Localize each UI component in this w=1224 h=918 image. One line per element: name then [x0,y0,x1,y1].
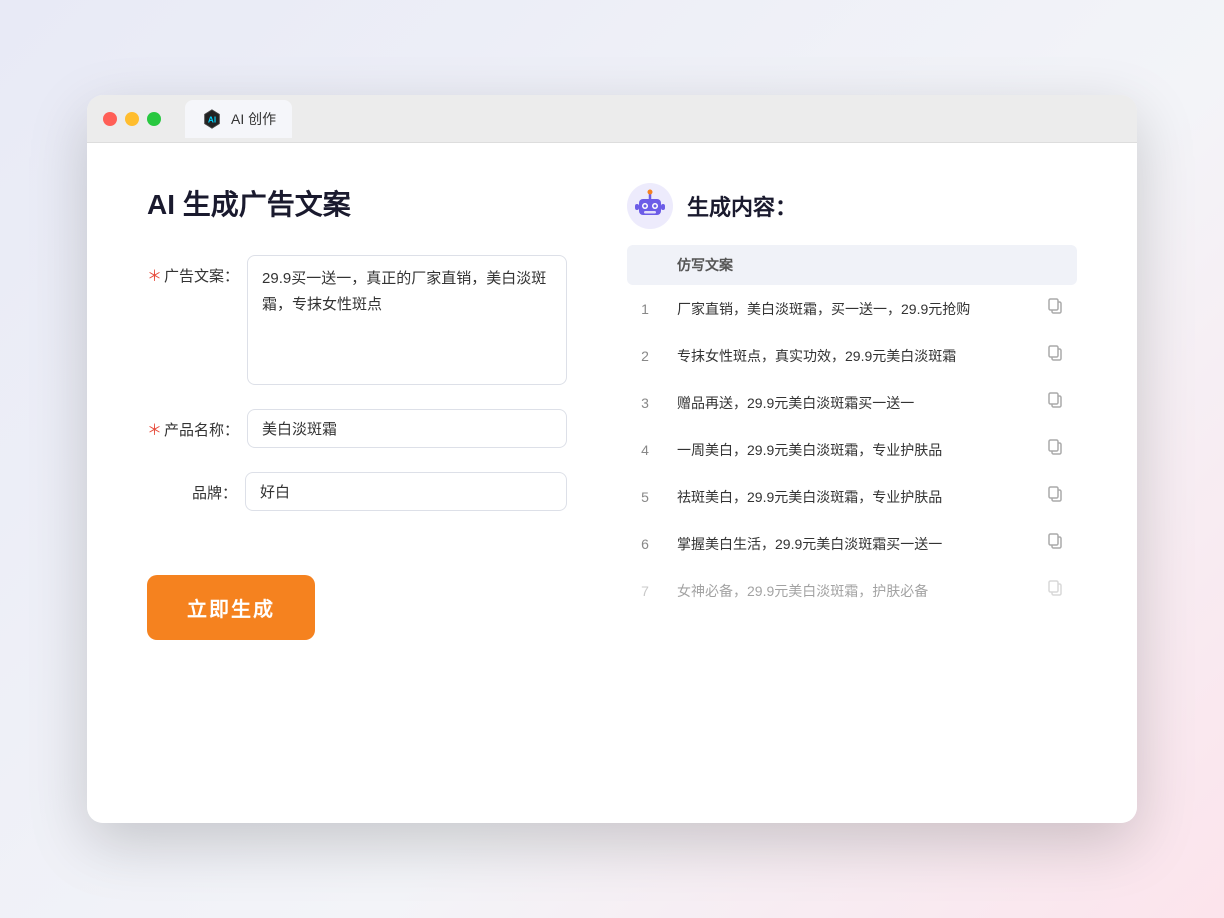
ad-copy-group: ＊广告文案： 29.9买一送一，真正的厂家直销，美白淡斑霜，专抹女性斑点 [147,255,567,385]
right-header: 生成内容： [627,183,1077,229]
traffic-lights [103,112,161,126]
copy-button[interactable] [1047,442,1063,459]
copy-cell [1033,379,1077,426]
table-row: 6掌握美白生活，29.9元美白淡斑霜买一送一 [627,520,1077,567]
copy-cell [1033,567,1077,614]
result-num: 2 [627,332,663,379]
result-text: 掌握美白生活，29.9元美白淡斑霜买一送一 [663,520,1033,567]
product-name-input[interactable] [247,409,567,448]
result-text: 女神必备，29.9元美白淡斑霜，护肤必备 [663,567,1033,614]
traffic-light-green[interactable] [147,112,161,126]
tab-label: AI 创作 [231,109,276,129]
result-text: 厂家直销，美白淡斑霜，买一送一，29.9元抢购 [663,285,1033,332]
copy-cell [1033,332,1077,379]
product-name-group: ＊产品名称： [147,409,567,448]
browser-tab[interactable]: AI AI 创作 [185,100,292,138]
right-panel: 生成内容： 仿写文案 1厂家直销，美白淡斑霜，买一送一，29.9元抢购 2专抹女… [627,183,1077,783]
result-text: 祛斑美白，29.9元美白淡斑霜，专业护肤品 [663,473,1033,520]
table-row: 1厂家直销，美白淡斑霜，买一送一，29.9元抢购 [627,285,1077,332]
ad-copy-label: ＊广告文案： [147,255,239,286]
brand-label: 品牌： [147,472,237,503]
traffic-light-red[interactable] [103,112,117,126]
result-text: 专抹女性斑点，真实功效，29.9元美白淡斑霜 [663,332,1033,379]
result-text: 赠品再送，29.9元美白淡斑霜买一送一 [663,379,1033,426]
left-panel: AI 生成广告文案 ＊广告文案： 29.9买一送一，真正的厂家直销，美白淡斑霜，… [147,183,567,783]
brand-group: 品牌： [147,472,567,511]
copy-button[interactable] [1047,489,1063,506]
product-name-label: ＊产品名称： [147,409,239,440]
table-row: 7女神必备，29.9元美白淡斑霜，护肤必备 [627,567,1077,614]
right-title: 生成内容： [687,190,797,222]
brand-input[interactable] [245,472,567,511]
copy-button[interactable] [1047,536,1063,553]
table-row: 3赠品再送，29.9元美白淡斑霜买一送一 [627,379,1077,426]
ai-tab-icon: AI [201,108,223,130]
result-num: 7 [627,567,663,614]
copy-cell [1033,285,1077,332]
copy-button[interactable] [1047,583,1063,600]
browser-titlebar: AI AI 创作 [87,95,1137,143]
traffic-light-yellow[interactable] [125,112,139,126]
result-num: 3 [627,379,663,426]
col-content: 仿写文案 [663,245,1033,285]
table-row: 2专抹女性斑点，真实功效，29.9元美白淡斑霜 [627,332,1077,379]
result-num: 4 [627,426,663,473]
copy-button[interactable] [1047,348,1063,365]
copy-button[interactable] [1047,395,1063,412]
robot-icon [627,183,673,229]
product-name-required: ＊ [147,422,162,439]
result-text: 一周美白，29.9元美白淡斑霜，专业护肤品 [663,426,1033,473]
page-title: AI 生成广告文案 [147,183,567,223]
result-num: 6 [627,520,663,567]
result-num: 5 [627,473,663,520]
copy-cell [1033,520,1077,567]
ad-copy-input[interactable]: 29.9买一送一，真正的厂家直销，美白淡斑霜，专抹女性斑点 [247,255,567,385]
result-num: 1 [627,285,663,332]
results-table-header: 仿写文案 [627,245,1077,285]
copy-button[interactable] [1047,301,1063,318]
browser-content: AI 生成广告文案 ＊广告文案： 29.9买一送一，真正的厂家直销，美白淡斑霜，… [87,143,1137,823]
copy-cell [1033,473,1077,520]
table-row: 4一周美白，29.9元美白淡斑霜，专业护肤品 [627,426,1077,473]
browser-window: AI AI 创作 AI 生成广告文案 ＊广告文案： 29.9买一送一，真正的厂家… [87,95,1137,823]
svg-text:AI: AI [208,115,216,124]
generate-button[interactable]: 立即生成 [147,575,315,640]
ad-copy-required: ＊ [147,268,162,285]
copy-cell [1033,426,1077,473]
col-num [627,245,663,285]
table-row: 5祛斑美白，29.9元美白淡斑霜，专业护肤品 [627,473,1077,520]
results-table: 仿写文案 1厂家直销，美白淡斑霜，买一送一，29.9元抢购 2专抹女性斑点，真实… [627,245,1077,614]
col-copy [1033,245,1077,285]
